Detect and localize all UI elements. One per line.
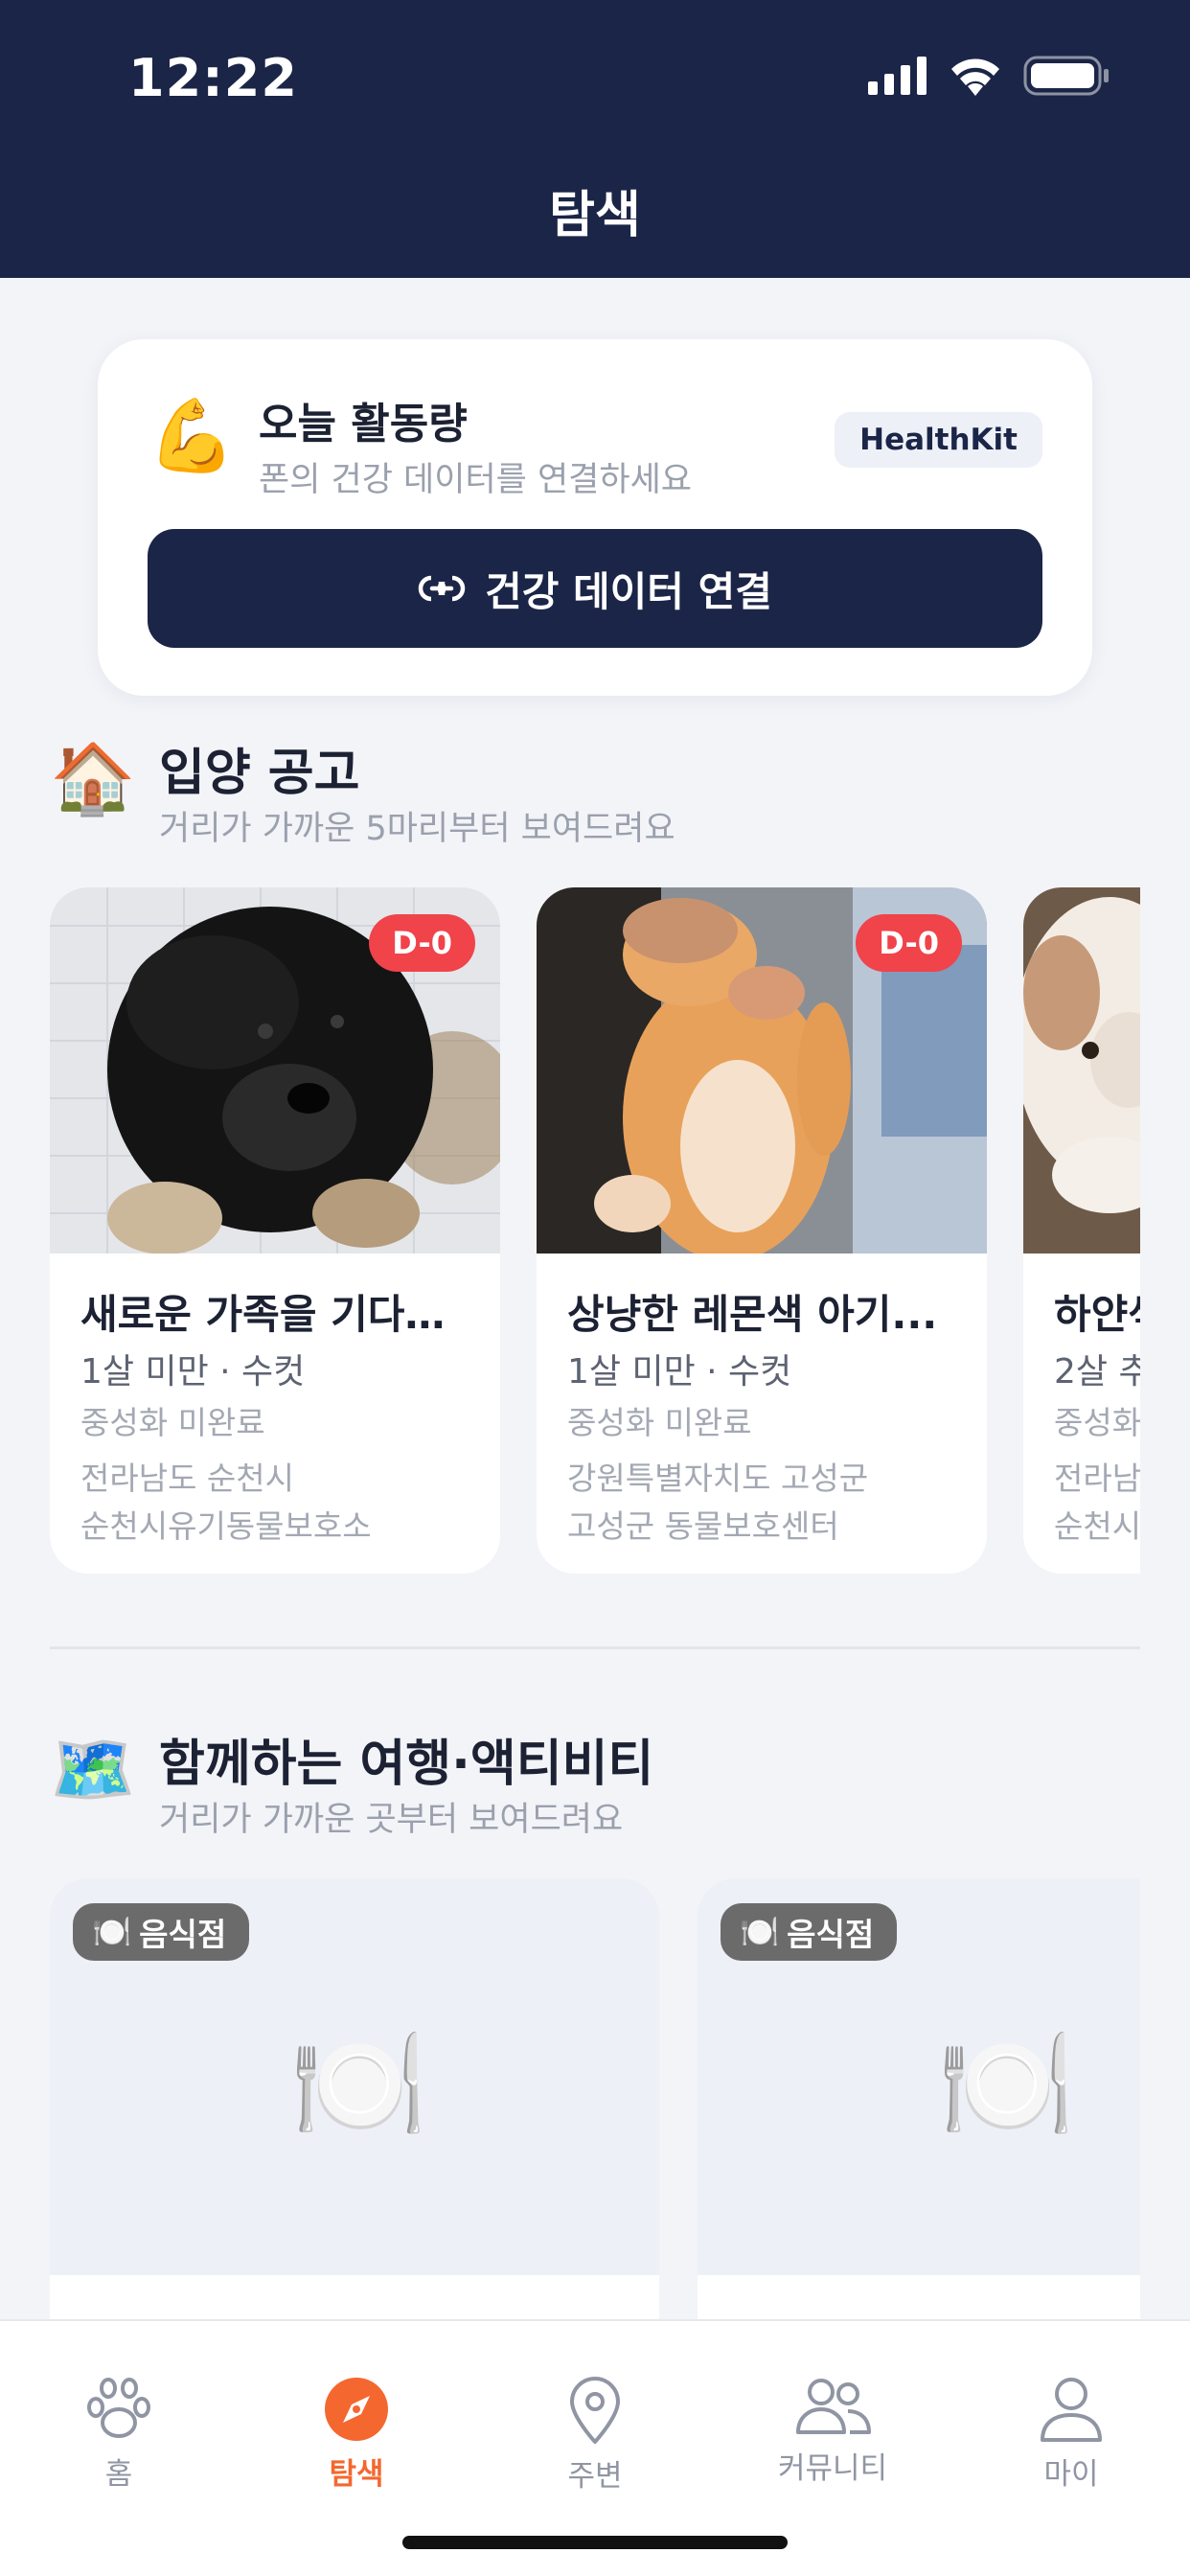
status-icons	[868, 56, 1110, 96]
restaurant-placeholder-icon: 🍽️	[289, 2020, 428, 2150]
adoption-shelter: 고성군 동물보호센터	[567, 1507, 839, 1545]
wifi-icon	[951, 58, 999, 96]
adoption-card-list[interactable]: D-0 새로운 가족을 기다… 1살 미만 · 수컷 중성화 미완료 전라남도 …	[50, 887, 1140, 1577]
category-badge: 🍽️ 음식점	[73, 1903, 250, 1961]
status-time: 12:22	[128, 48, 298, 108]
tab-my[interactable]: 마이	[975, 2375, 1167, 2499]
compass-icon	[325, 2378, 388, 2441]
travel-card-list[interactable]: 🍽️ 음식점 🍽️ 🍽️ 음식점 🍽️	[50, 1878, 1140, 2319]
tab-home[interactable]: 홈	[23, 2375, 215, 2499]
tab-community[interactable]: 커뮤니티	[737, 2375, 928, 2499]
adoption-region: 전라남	[1054, 1460, 1140, 1497]
paw-icon	[87, 2378, 150, 2438]
page-title: 탐색	[549, 187, 641, 244]
adoption-name: 하얀색	[1054, 1291, 1140, 1338]
dday-badge: D-0	[856, 914, 962, 972]
adoption-name: 상냥한 레몬색 아기...	[567, 1291, 938, 1338]
adoption-photo-dog	[1023, 887, 1140, 1254]
travel-card[interactable]: 🍽️ 음식점 🍽️	[50, 1878, 659, 2319]
plate-icon: 🍽️	[740, 1913, 780, 1950]
card-footer	[50, 2275, 659, 2319]
adoption-age-sex: 1살 미만 · 수컷	[80, 1352, 306, 1392]
location-pin-icon	[570, 2377, 620, 2444]
dday-badge: D-0	[369, 914, 475, 972]
restaurant-placeholder-icon: 🍽️	[937, 2020, 1076, 2150]
adoption-card[interactable]: 하얀색 2살 추 중성화 전라남 순천시	[1023, 887, 1140, 1574]
tab-label: 마이	[1043, 2457, 1099, 2492]
home-indicator[interactable]	[402, 2536, 788, 2549]
adoption-region: 전라남도 순천시	[80, 1460, 295, 1497]
adoption-neuter-status: 중성화 미완료	[80, 1404, 265, 1441]
flexed-bicep-icon: 💪	[148, 395, 237, 477]
tab-nearby[interactable]: 주변	[499, 2375, 691, 2499]
category-badge: 🍽️ 음식점	[721, 1903, 898, 1961]
plate-icon: 🍽️	[92, 1913, 132, 1950]
adoption-subtitle: 거리가 가까운 5마리부터 보여드려요	[159, 810, 675, 848]
tab-label: 탐색	[329, 2457, 384, 2492]
adoption-neuter-status: 중성화 미완료	[567, 1404, 752, 1441]
adoption-name: 새로운 가족을 기다…	[80, 1291, 446, 1338]
section-divider	[50, 1646, 1140, 1649]
adoption-shelter: 순천시	[1054, 1507, 1140, 1545]
connect-button-label: 건강 데이터 연결	[485, 567, 772, 615]
tab-explore[interactable]: 탐색	[261, 2375, 452, 2499]
category-label: 음식점	[787, 1916, 875, 1953]
top-navigation-bar: 12:22 탐색	[0, 0, 1190, 278]
activity-subtitle: 폰의 건강 데이터를 연결하세요	[259, 461, 692, 499]
tab-label: 커뮤니티	[777, 2451, 888, 2486]
adoption-region: 강원특별자치도 고성군	[567, 1460, 869, 1497]
adoption-age-sex: 2살 추	[1054, 1352, 1140, 1392]
adoption-neuter-status: 중성화	[1054, 1404, 1140, 1441]
travel-title: 함께하는 여행·액티비티	[159, 1736, 654, 1793]
healthkit-badge: HealthKit	[835, 412, 1042, 468]
tab-label: 홈	[104, 2457, 133, 2492]
travel-subtitle: 거리가 가까운 곳부터 보여드려요	[159, 1801, 624, 1839]
link-icon	[418, 574, 466, 603]
category-label: 음식점	[139, 1916, 227, 1953]
tab-label: 주변	[567, 2459, 623, 2494]
activity-card: 💪 오늘 활동량 폰의 건강 데이터를 연결하세요 HealthKit 건강 데…	[98, 339, 1092, 696]
battery-icon	[1023, 56, 1109, 96]
adoption-card[interactable]: D-0 새로운 가족을 기다… 1살 미만 · 수컷 중성화 미완료 전라남도 …	[50, 887, 500, 1574]
adoption-age-sex: 1살 미만 · 수컷	[567, 1352, 792, 1392]
connect-health-data-button[interactable]: 건강 데이터 연결	[148, 529, 1042, 648]
activity-title: 오늘 활동량	[259, 400, 468, 448]
travel-card[interactable]: 🍽️ 음식점 🍽️	[698, 1878, 1140, 2319]
adoption-shelter: 순천시유기동물보호소	[80, 1507, 372, 1545]
world-map-icon: 🗺️	[50, 1729, 136, 1809]
adoption-photo-kitten: D-0	[537, 887, 987, 1254]
adoption-title: 입양 공고	[159, 745, 360, 802]
adoption-photo-puppy: D-0	[50, 887, 500, 1254]
adoption-card[interactable]: D-0 상냥한 레몬색 아기... 1살 미만 · 수컷 중성화 미완료 강원특…	[537, 887, 987, 1574]
cellular-signal-icon	[868, 57, 927, 95]
person-icon	[1041, 2378, 1102, 2442]
card-footer	[698, 2275, 1140, 2319]
people-icon	[796, 2379, 871, 2434]
house-icon: 🏠	[50, 738, 136, 818]
